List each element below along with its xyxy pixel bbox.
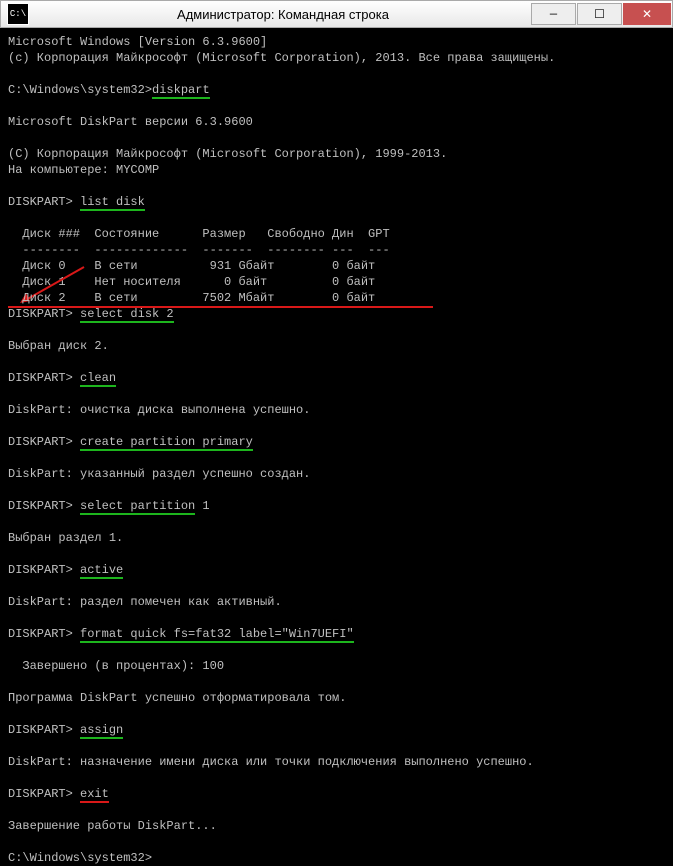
cmd-selectpart: select partition (80, 499, 195, 515)
output: Завершено (в процентах): 100 (8, 659, 224, 673)
output: Выбран раздел 1. (8, 531, 123, 545)
output: Программа DiskPart успешно отформатирова… (8, 691, 346, 705)
cmd-createpart: create partition primary (80, 435, 253, 451)
output: Выбран диск 2. (8, 339, 109, 353)
cmd-format: format quick fs=fat32 label="Win7UEFI" (80, 627, 354, 643)
prompt: DISKPART> (8, 499, 80, 513)
prompt: DISKPART> (8, 307, 80, 321)
prompt: DISKPART> (8, 435, 80, 449)
minimize-button[interactable]: — (531, 3, 576, 25)
text: Microsoft DiskPart версии 6.3.9600 (8, 115, 253, 129)
table-row: Диск 1 Нет носителя 0 байт 0 байт (8, 275, 433, 289)
cmd-arg: 1 (195, 499, 209, 513)
close-button[interactable]: ✕ (623, 3, 671, 25)
prompt: C:\Windows\system32> (8, 851, 152, 865)
output: DiskPart: указанный раздел успешно созда… (8, 467, 310, 481)
output: DiskPart: очистка диска выполнена успешн… (8, 403, 310, 417)
output: DiskPart: назначение имени диска или точ… (8, 755, 534, 769)
text: (C) Корпорация Майкрософт (Microsoft Cor… (8, 147, 447, 161)
cmd-clean: clean (80, 371, 116, 387)
window-title: Администратор: Командная строка (35, 7, 531, 22)
text: (с) Корпорация Майкрософт (Microsoft Cor… (8, 51, 555, 65)
text: Microsoft Windows [Version 6.3.9600] (8, 35, 267, 49)
table-sep: -------- ------------- ------- -------- … (8, 243, 390, 257)
cmd-active: active (80, 563, 123, 579)
cmd-selectdisk: select disk 2 (80, 307, 174, 323)
output: Завершение работы DiskPart... (8, 819, 217, 833)
cmd-listdisk: list disk (80, 195, 145, 211)
text: На компьютере: MYCOMP (8, 163, 159, 177)
output: DiskPart: раздел помечен как активный. (8, 595, 282, 609)
prompt: DISKPART> (8, 627, 80, 641)
maximize-button[interactable]: ☐ (577, 3, 622, 25)
cmd-exit: exit (80, 787, 109, 803)
cmd-diskpart: diskpart (152, 83, 210, 99)
cmd-assign: assign (80, 723, 123, 739)
prompt: DISKPART> (8, 563, 80, 577)
prompt: C:\Windows\system32> (8, 83, 152, 97)
titlebar: C:\ Администратор: Командная строка — ☐ … (0, 0, 673, 28)
terminal-area[interactable]: Microsoft Windows [Version 6.3.9600] (с)… (0, 28, 673, 735)
table-header: Диск ### Состояние Размер Свободно Дин G… (8, 227, 390, 241)
table-row: Диск 0 В сети 931 Gбайт 0 байт (8, 259, 433, 273)
table-row-selected: Диск 2 В сети 7502 Mбайт 0 байт (8, 290, 433, 306)
cmd-icon: C:\ (7, 3, 29, 25)
prompt: DISKPART> (8, 195, 80, 209)
prompt: DISKPART> (8, 371, 80, 385)
prompt: DISKPART> (8, 787, 80, 801)
